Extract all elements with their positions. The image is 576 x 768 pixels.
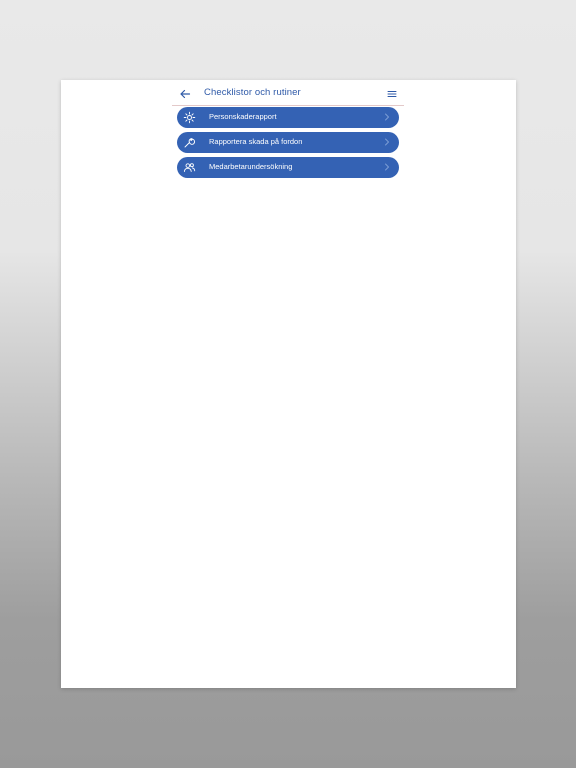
list-item-rapportera-skada[interactable]: Rapportera skada på fordon xyxy=(177,132,399,153)
page-title: Checklistor och rutiner xyxy=(204,87,301,98)
list-item-label: Medarbetarundersökning xyxy=(209,162,293,171)
list-item-medarbetarundersokning[interactable]: Medarbetarundersökning xyxy=(177,157,399,178)
gear-icon xyxy=(183,111,196,124)
wrench-icon xyxy=(183,136,196,149)
list-item-personskaderapport[interactable]: Personskaderapport xyxy=(177,107,399,128)
chevron-right-icon xyxy=(384,162,390,172)
chevron-right-icon xyxy=(384,137,390,147)
menu-button[interactable] xyxy=(386,88,398,100)
arrow-left-icon xyxy=(177,86,193,102)
chevron-right-icon xyxy=(384,112,390,122)
checklist-list: Personskaderapport Rapportera skada på f… xyxy=(177,107,399,182)
menu-lines-icon xyxy=(386,88,398,100)
list-item-label: Rapportera skada på fordon xyxy=(209,137,303,146)
back-button[interactable] xyxy=(177,86,193,102)
users-icon xyxy=(183,161,196,174)
list-item-label: Personskaderapport xyxy=(209,112,277,121)
app-header: Checklistor och rutiner xyxy=(172,83,404,106)
